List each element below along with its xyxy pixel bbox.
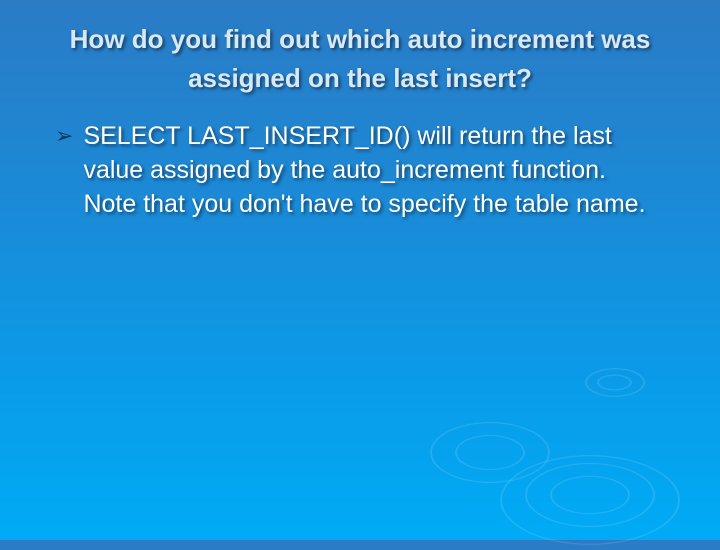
slide-title: How do you find out which auto increment…: [0, 0, 720, 98]
slide-content: ➢ SELECT LAST_INSERT_ID() will return th…: [0, 98, 720, 221]
bullet-icon: ➢: [55, 120, 73, 152]
bullet-text: SELECT LAST_INSERT_ID() will return the …: [83, 120, 665, 221]
list-item: ➢ SELECT LAST_INSERT_ID() will return th…: [55, 120, 665, 221]
decorative-ripples: [390, 330, 690, 550]
